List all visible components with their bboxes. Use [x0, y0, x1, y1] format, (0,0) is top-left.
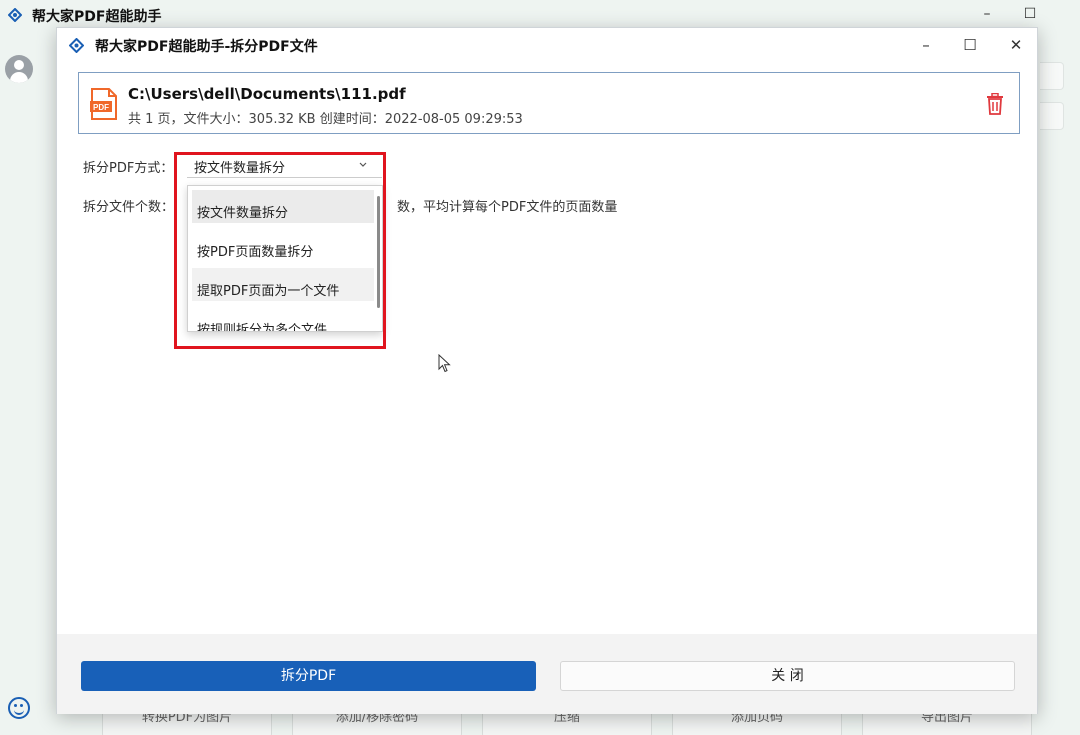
app-logo-icon — [69, 38, 84, 53]
file-path: C:\Users\dell\Documents\111.pdf — [128, 85, 406, 103]
dialog-titlebar: 帮大家PDF超能助手-拆分PDF文件 – ☐ ✕ — [57, 28, 1037, 62]
split-count-label: 拆分文件个数： — [83, 200, 175, 215]
dropdown-option-by-rule[interactable]: 按规则拆分为多个文件 — [192, 307, 374, 331]
user-avatar-icon[interactable] — [5, 55, 33, 83]
split-pdf-dialog: 帮大家PDF超能助手-拆分PDF文件 – ☐ ✕ PDF C:\Users\de… — [56, 27, 1038, 714]
background-panel-edge — [1040, 102, 1064, 130]
split-mode-label: 拆分PDF方式： — [83, 161, 174, 176]
split-mode-select[interactable]: 按文件数量拆分 — [187, 152, 382, 178]
delete-file-trash-icon[interactable] — [985, 93, 1005, 115]
background-panel-edge — [1040, 62, 1064, 90]
app-logo-icon — [8, 8, 22, 22]
background-maximize-button[interactable]: ☐ — [1018, 4, 1042, 24]
dialog-maximize-button[interactable]: ☐ — [957, 35, 983, 55]
dropdown-option-extract-pages[interactable]: 提取PDF页面为一个文件 — [192, 268, 374, 301]
file-meta: 共 1 页，文件大小：305.32 KB 创建时间：2022-08-05 09:… — [128, 112, 523, 127]
close-dialog-button[interactable]: 关 闭 — [560, 661, 1015, 691]
dropdown-scrollbar[interactable] — [377, 196, 380, 308]
split-pdf-button[interactable]: 拆分PDF — [81, 661, 536, 691]
background-app-title: 帮大家PDF超能助手 — [32, 9, 162, 25]
dialog-minimize-button[interactable]: – — [913, 35, 939, 55]
split-mode-dropdown: 按文件数量拆分 按PDF页面数量拆分 提取PDF页面为一个文件 按规则拆分为多个… — [187, 185, 383, 332]
file-card: PDF C:\Users\dell\Documents\111.pdf 共 1 … — [78, 72, 1020, 134]
mouse-cursor-icon — [438, 354, 451, 373]
dropdown-option-by-file-count[interactable]: 按文件数量拆分 — [192, 190, 374, 223]
feedback-smile-icon[interactable] — [8, 697, 30, 719]
dropdown-option-by-page-count[interactable]: 按PDF页面数量拆分 — [192, 229, 374, 262]
chevron-down-icon — [359, 162, 367, 167]
background-titlebar: 帮大家PDF超能助手 – ☐ — [0, 0, 1080, 30]
split-count-hint: 数，平均计算每个PDF文件的页面数量 — [397, 200, 618, 215]
pdf-icon-label: PDF — [93, 103, 109, 112]
dialog-close-button[interactable]: ✕ — [1003, 35, 1029, 55]
dialog-footer: 拆分PDF 关 闭 — [57, 634, 1037, 714]
pdf-file-icon: PDF — [90, 88, 117, 120]
background-minimize-button[interactable]: – — [975, 4, 999, 24]
split-mode-selected-value: 按文件数量拆分 — [194, 161, 286, 176]
dialog-title: 帮大家PDF超能助手-拆分PDF文件 — [95, 39, 318, 55]
